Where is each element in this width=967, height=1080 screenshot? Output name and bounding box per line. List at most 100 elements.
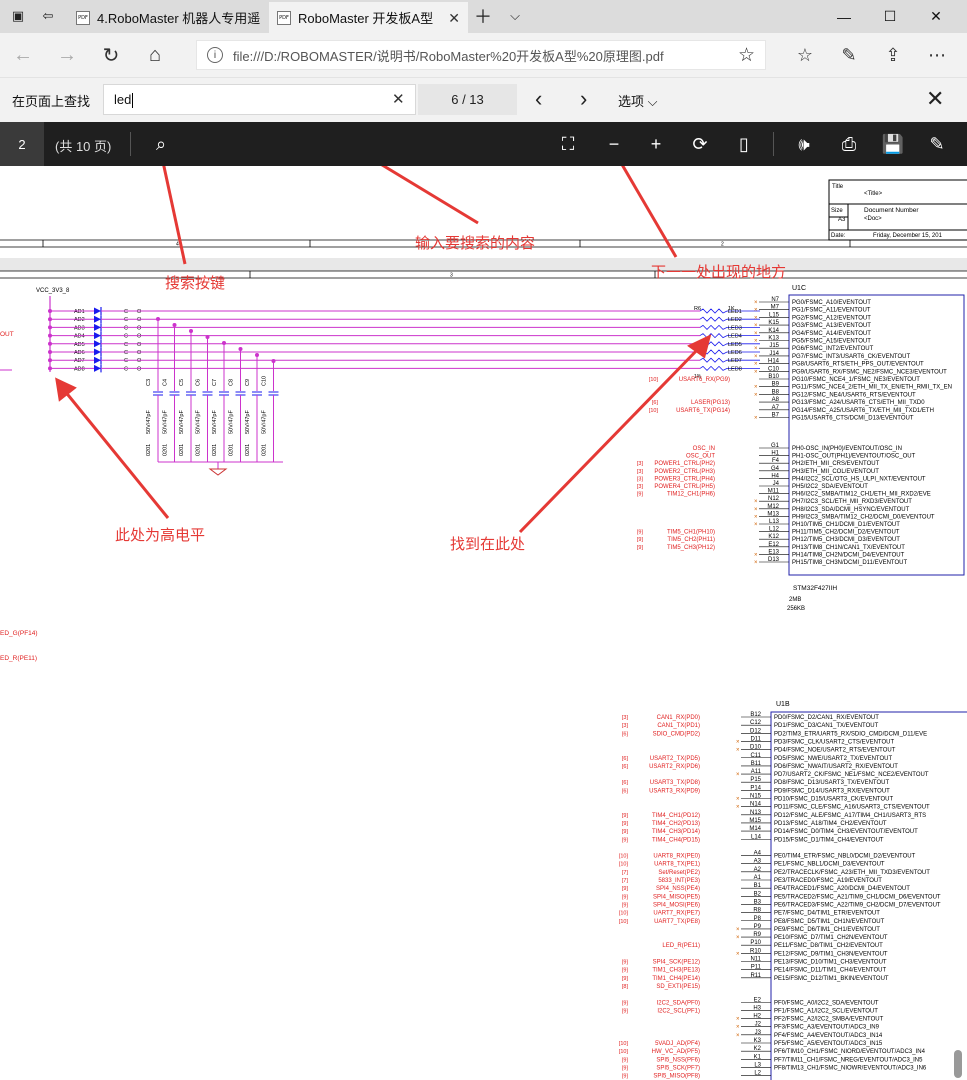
pin-number: H4 — [771, 473, 779, 479]
page-layout-icon[interactable]: ▯ — [731, 131, 757, 157]
pin-number: G1 — [771, 443, 780, 449]
save-as-icon[interactable]: ✎ — [924, 131, 950, 157]
pin-name: PE13/FSMC_D10/TIM1_CH3/EVENTOUT — [774, 960, 887, 966]
print-icon[interactable]: ⎙ — [836, 131, 862, 157]
led-ref: AD1 — [74, 309, 85, 315]
back-icon[interactable]: ← — [8, 40, 38, 70]
net-tag: [3] — [637, 461, 644, 467]
pin-name: PG2/FSMC_A12/EVENTOUT — [792, 315, 871, 321]
pin-name: PD11/FSMC_CLE/FSMC_A16/USART3_CTS/EVENTO… — [774, 805, 930, 811]
pin-name: PE4/TRACED1/FSMC_A20/DCMI_D4/EVENTOUT — [774, 886, 910, 892]
pdf-favicon-icon: PDF — [76, 10, 90, 25]
no-connect-mark: × — [736, 797, 740, 803]
pin-number: N14 — [750, 802, 762, 808]
clear-icon[interactable]: ✕ — [392, 90, 405, 108]
net-label: POWER4_CTRL(PH5) — [654, 484, 715, 490]
info-icon[interactable]: i — [207, 47, 223, 63]
pin-number: M13 — [767, 511, 779, 517]
led-pin: C — [124, 317, 128, 323]
minimize-icon[interactable]: — — [821, 0, 867, 33]
read-aloud-icon[interactable]: 🕪 — [791, 131, 817, 157]
net-tag: [9] — [622, 894, 629, 900]
scrollbar[interactable] — [954, 1050, 962, 1078]
zoom-in-icon[interactable]: + — [643, 131, 669, 157]
net-tag: [10] — [649, 377, 659, 383]
pin-name: PH5/I2C2_SDA/EVENTOUT — [792, 484, 868, 490]
net-tag: [9] — [622, 968, 629, 974]
pin-number: K13 — [768, 336, 779, 342]
address-bar[interactable]: i file:///D:/ROBOMASTER/说明书/RoboMaster%2… — [196, 40, 766, 70]
net-label: UART8_TX(PE1) — [654, 862, 700, 868]
no-connect-mark: × — [736, 805, 740, 811]
next-match-icon[interactable]: › — [580, 86, 587, 112]
close-tab-icon[interactable]: ✕ — [448, 10, 460, 27]
tab-preview-icon[interactable]: ▣ — [10, 8, 26, 24]
pin-number: A4 — [754, 851, 762, 857]
size-value: A3 — [838, 217, 846, 223]
pin-number: D10 — [750, 745, 762, 751]
tab-inactive[interactable]: PDF 4.RoboMaster 机器人专用遥 — [68, 2, 268, 33]
cap-package: 0201 — [262, 444, 268, 456]
pin-name: PG13/FSMC_A24/USART6_CTS/ETH_MII_TXD0 — [792, 400, 925, 406]
plus-icon[interactable]: ＋ — [474, 7, 492, 27]
net-label: OSC_OUT — [686, 454, 715, 460]
find-options-button[interactable]: 选项 ⌵ — [618, 91, 658, 110]
favorite-star-icon[interactable]: ☆ — [738, 44, 755, 67]
pin-name: PG8/USART6_RTS/ETH_PPS_OUT/EVENTOUT — [792, 362, 924, 368]
resistor-value: 1K — [728, 306, 735, 312]
pin-name: PG0/FSMC_A10/EVENTOUT — [792, 300, 871, 306]
led-pin: C — [124, 350, 128, 356]
set-tabs-aside-icon[interactable]: ⇦ — [40, 8, 56, 24]
net-label: POWER3_CTRL(PH4) — [654, 476, 715, 482]
page-number-input[interactable]: 2 — [0, 122, 44, 166]
net-label: TIM1_CH4(PE14) — [652, 976, 700, 982]
pin-number: B11 — [751, 761, 762, 767]
close-icon[interactable]: ✕ — [913, 0, 959, 33]
no-connect-mark: × — [736, 772, 740, 778]
url-text: file:///D:/ROBOMASTER/说明书/RoboMaster%20开… — [233, 48, 664, 64]
home-icon[interactable]: ⌂ — [140, 40, 170, 70]
search-icon[interactable]: ⌕ — [148, 131, 174, 157]
pin-number: E12 — [768, 542, 779, 548]
pin-name: PG9/USART6_RX/FSMC_NE2/FSMC_NCE3/EVENTOU… — [792, 369, 947, 375]
pin-name: PD8/FSMC_D13/USART3_TX/EVENTOUT — [774, 780, 889, 786]
more-icon[interactable]: ⋯ — [922, 40, 952, 70]
pin-name: PE7/FSMC_D4/TIM1_ETR/EVENTOUT — [774, 911, 880, 917]
chevron-down-icon[interactable]: ⌵ — [507, 8, 523, 24]
rotate-icon[interactable]: ⟳ — [687, 131, 713, 157]
maximize-icon[interactable]: ☐ — [867, 0, 913, 33]
pin-number: L15 — [769, 312, 780, 318]
find-input[interactable]: led — [103, 84, 416, 115]
led-pin: O — [137, 325, 142, 331]
net-tag: [6] — [652, 400, 659, 406]
led-pin: C — [124, 342, 128, 348]
pin-name: PG4/FSMC_A14/EVENTOUT — [792, 331, 871, 337]
pin-name: PD6/FSMC_NWAIT/USART2_RX/EVENTOUT — [774, 764, 898, 770]
zoom-out-icon[interactable]: − — [601, 131, 627, 157]
share-icon[interactable]: ⇪ — [878, 40, 908, 70]
pin-name: PE0/TIM4_ETR/FSMC_NBL0/DCMI_D2/EVENTOUT — [774, 854, 916, 860]
net-tag: [9] — [637, 545, 644, 551]
edge-net-label: ED_G(PF14) — [0, 630, 38, 637]
previous-match-icon[interactable]: ‹ — [535, 86, 542, 112]
net-tag: [10] — [619, 911, 629, 917]
cap-package: 0201 — [212, 444, 218, 456]
save-icon[interactable]: 💾 — [880, 131, 906, 157]
net-label: USART3_RX(PD9) — [649, 788, 700, 794]
annotation-text: 下一一处出现的地方 — [651, 264, 787, 281]
pin-number: M14 — [749, 826, 761, 832]
pen-icon[interactable]: ✎ — [834, 40, 864, 70]
net-tag: [10] — [649, 408, 659, 414]
net-tag: [10] — [619, 1049, 629, 1055]
net-label: LED_R(PE11) — [662, 943, 700, 949]
forward-icon[interactable]: → — [52, 40, 82, 70]
fit-page-icon[interactable]: ⛶ — [555, 131, 581, 157]
favorites-icon[interactable]: ☆ — [790, 40, 820, 70]
close-find-icon[interactable]: ✕ — [926, 86, 944, 112]
tab-label: 4.RoboMaster 机器人专用遥 — [97, 11, 261, 26]
tab-active[interactable]: PDF RoboMaster 开发板A型 ✕ — [269, 2, 468, 33]
cap-value: 50V/47pF — [146, 410, 152, 434]
refresh-icon[interactable]: ↻ — [96, 40, 126, 70]
pin-name: PF8/TIM13_CH1/FSMC_NIOWR/EVENTOUT/ADC3_I… — [774, 1065, 927, 1071]
pin-name: PE3/TRACED0/FSMC_A19/EVENTOUT — [774, 878, 882, 884]
